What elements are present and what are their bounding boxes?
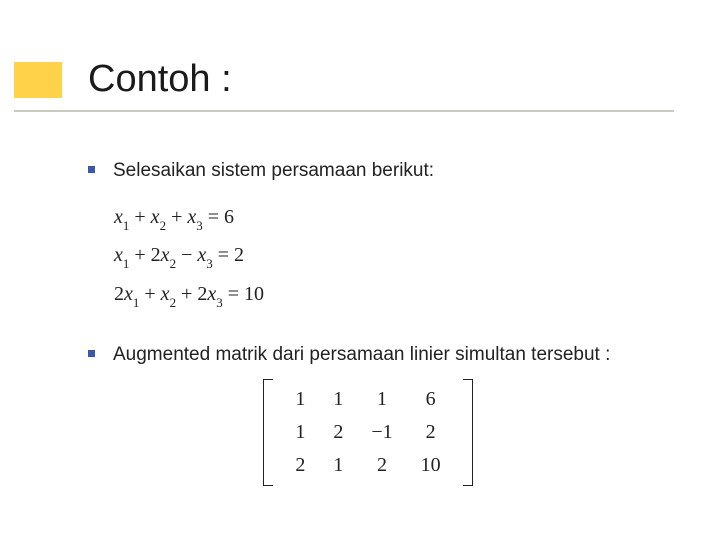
var: x [161,283,170,305]
op: + 2 [129,244,160,266]
sub: 2 [160,218,167,233]
sub: 3 [206,256,213,271]
bracket-left-icon [263,379,273,486]
op: + 2 [176,283,207,305]
bullet-text-2: Augmented matrik dari persamaan linier s… [113,342,610,368]
matrix-cell: 2 [319,416,357,449]
op: + [166,206,187,228]
var: x [187,206,196,228]
matrix-row: 1 2 −1 2 [281,416,454,449]
matrix-row: 2 1 2 10 [281,449,454,482]
equation-system: x1 + x2 + x3 = 6 x1 + 2x2 − x3 = 2 2x1 +… [114,198,688,314]
matrix-cell: 1 [319,449,357,482]
bullet-item-2: Augmented matrik dari persamaan linier s… [88,342,688,368]
bullet-text-1: Selesaikan sistem persamaan berikut: [113,158,434,184]
sub: 2 [170,256,177,271]
accent-block [14,62,62,98]
title-underline [14,110,674,112]
bullet-item-1: Selesaikan sistem persamaan berikut: [88,158,688,184]
op: − [176,244,197,266]
bracket-right-icon [463,379,473,486]
sub: 1 [133,295,140,310]
bullet-icon [88,350,95,357]
matrix-cell: 2 [281,449,319,482]
matrix-cell: 1 [319,383,357,416]
matrix-table: 1 1 1 6 1 2 −1 2 2 1 2 10 [281,383,454,482]
sub: 3 [216,295,223,310]
matrix-cell: 2 [407,416,455,449]
matrix: 1 1 1 6 1 2 −1 2 2 1 2 10 [263,379,472,486]
op: + [139,283,160,305]
matrix-cell: 6 [407,383,455,416]
var: x [151,206,160,228]
matrix-cell: 2 [357,449,406,482]
var: x [197,244,206,266]
var: x [114,206,123,228]
sub: 1 [123,218,130,233]
var: x [161,244,170,266]
var: x [124,283,133,305]
bullet-icon [88,166,95,173]
rhs: = 2 [213,244,244,266]
equation-1: x1 + x2 + x3 = 6 [114,198,688,237]
sub: 1 [123,256,130,271]
augmented-matrix: 1 1 1 6 1 2 −1 2 2 1 2 10 [48,379,688,486]
sub: 2 [170,295,177,310]
matrix-cell: 1 [281,383,319,416]
matrix-cell: 1 [357,383,406,416]
matrix-cell: −1 [357,416,406,449]
matrix-cell: 10 [407,449,455,482]
var: x [207,283,216,305]
coef: 2 [114,283,124,305]
matrix-cell: 1 [281,416,319,449]
equation-2: x1 + 2x2 − x3 = 2 [114,236,688,275]
rhs: = 10 [223,283,264,305]
op: + [129,206,150,228]
rhs: = 6 [203,206,234,228]
slide-content: Selesaikan sistem persamaan berikut: x1 … [88,158,688,486]
equation-3: 2x1 + x2 + 2x3 = 10 [114,275,688,314]
matrix-row: 1 1 1 6 [281,383,454,416]
var: x [114,244,123,266]
sub: 3 [196,218,203,233]
slide-title: Contoh : [88,58,232,101]
